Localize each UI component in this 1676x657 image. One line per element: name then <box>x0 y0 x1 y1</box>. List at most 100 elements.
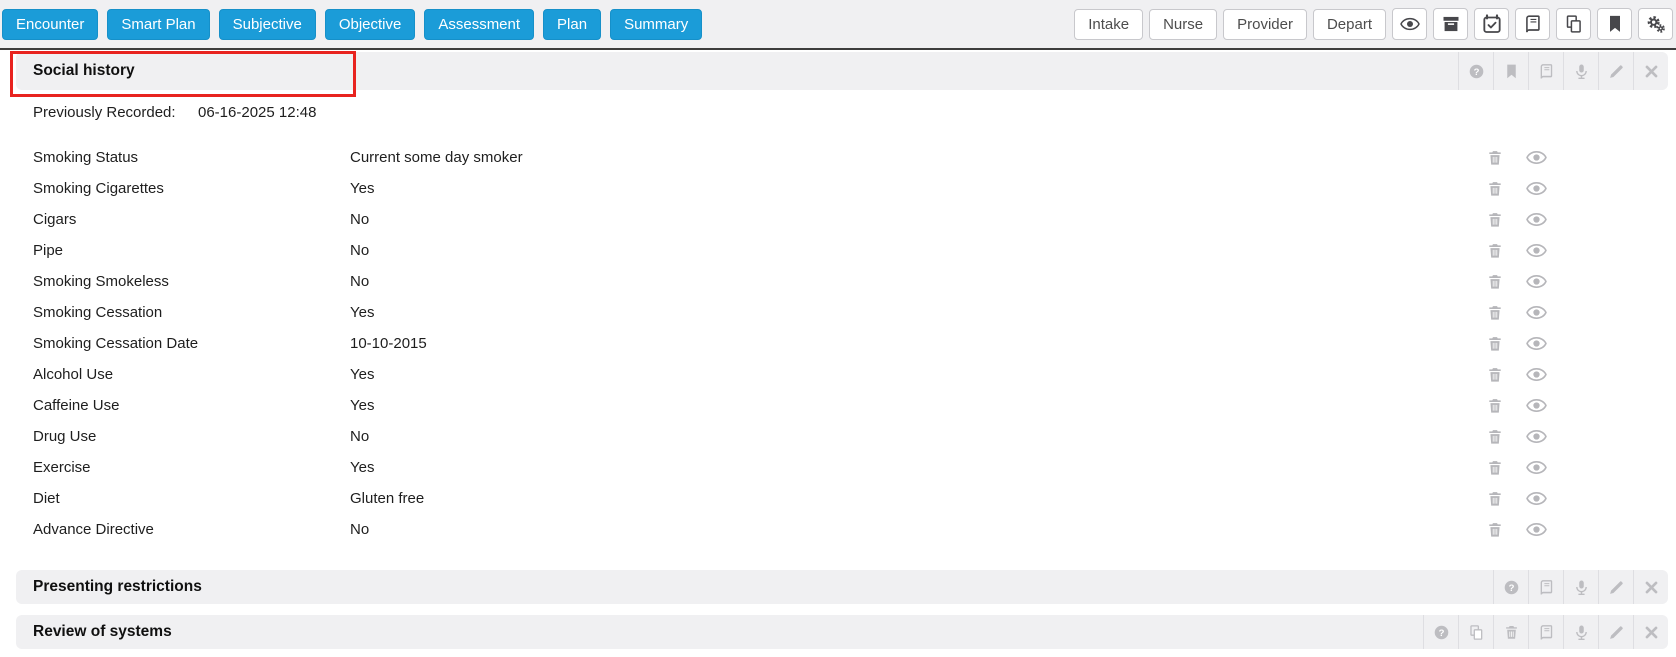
section-header-presenting-restrictions: Presenting restrictions <box>16 570 1668 604</box>
pencil-tool-button[interactable] <box>1598 570 1633 604</box>
nav-smart-plan[interactable]: Smart Plan <box>107 8 210 40</box>
nav-assessment[interactable]: Assessment <box>424 8 535 40</box>
trash-row-button[interactable] <box>1486 304 1504 322</box>
top-toolbar: Encounter Smart Plan Subjective Objective As… <box>0 0 1676 50</box>
section-title: Review of systems <box>33 623 172 640</box>
row-value: Yes <box>350 459 375 476</box>
history-row: Drug Use No <box>33 421 1676 452</box>
row-label: Smoking Status <box>33 149 139 166</box>
row-label: Smoking Cessation Date <box>33 335 199 352</box>
trash-icon <box>1503 624 1520 641</box>
eye-row-button[interactable] <box>1526 147 1547 168</box>
stage-provider-button[interactable]: Provider <box>1223 8 1307 40</box>
eye-icon <box>1526 519 1547 540</box>
trash-row-button[interactable] <box>1486 459 1504 477</box>
copy-tool-button[interactable] <box>1458 615 1493 649</box>
stage-button-group: Intake Nurse Provider Depart <box>1074 8 1386 40</box>
row-actions <box>1486 457 1547 478</box>
microphone-icon <box>1573 624 1590 641</box>
eye-icon <box>1526 426 1547 447</box>
gears-icon <box>1646 14 1666 34</box>
eye-row-button[interactable] <box>1526 240 1547 261</box>
close-tool-button[interactable] <box>1633 615 1668 649</box>
close-icon <box>1643 63 1660 80</box>
trash-tool-button[interactable] <box>1493 615 1528 649</box>
history-row: Alcohol Use Yes <box>33 359 1676 390</box>
microphone-tool-button[interactable] <box>1563 52 1598 90</box>
help-tool-button[interactable] <box>1493 570 1528 604</box>
nav-encounter[interactable]: Encounter <box>2 8 99 40</box>
eye-row-button[interactable] <box>1526 395 1547 416</box>
microphone-tool-button[interactable] <box>1563 570 1598 604</box>
trash-row-button[interactable] <box>1486 180 1504 198</box>
row-actions <box>1486 209 1547 230</box>
book-button[interactable] <box>1515 8 1550 40</box>
row-actions <box>1486 426 1547 447</box>
nav-plan[interactable]: Plan <box>543 8 602 40</box>
eye-row-button[interactable] <box>1526 519 1547 540</box>
stage-nurse-button[interactable]: Nurse <box>1149 8 1218 40</box>
eye-row-button[interactable] <box>1526 209 1547 230</box>
eye-row-button[interactable] <box>1526 457 1547 478</box>
gears-button[interactable] <box>1638 8 1673 40</box>
microphone-tool-button[interactable] <box>1563 615 1598 649</box>
nav-subjective[interactable]: Subjective <box>218 8 316 40</box>
book-tool-button[interactable] <box>1528 570 1563 604</box>
nav-objective[interactable]: Objective <box>324 8 416 40</box>
trash-row-button[interactable] <box>1486 211 1504 229</box>
trash-row-button[interactable] <box>1486 490 1504 508</box>
trash-icon <box>1486 335 1504 353</box>
eye-row-button[interactable] <box>1526 333 1547 354</box>
trash-row-button[interactable] <box>1486 273 1504 291</box>
bookmark-tool-button[interactable] <box>1493 52 1528 90</box>
copy-button[interactable] <box>1556 8 1591 40</box>
eye-row-button[interactable] <box>1526 271 1547 292</box>
row-actions <box>1486 178 1547 199</box>
nav-summary[interactable]: Summary <box>610 8 703 40</box>
history-row: Smoking Smokeless No <box>33 266 1676 297</box>
close-icon <box>1643 579 1660 596</box>
stage-depart-button[interactable]: Depart <box>1312 8 1386 40</box>
help-tool-button[interactable] <box>1458 52 1493 90</box>
calendar-check-button[interactable] <box>1474 8 1509 40</box>
eye-row-button[interactable] <box>1526 178 1547 199</box>
trash-row-button[interactable] <box>1486 335 1504 353</box>
eye-icon <box>1526 147 1547 168</box>
trash-row-button[interactable] <box>1486 149 1504 167</box>
row-value: No <box>350 428 370 445</box>
row-actions <box>1486 147 1547 168</box>
row-value: No <box>350 242 370 259</box>
trash-row-button[interactable] <box>1486 366 1504 384</box>
help-tool-button[interactable] <box>1423 615 1458 649</box>
close-icon <box>1643 624 1660 641</box>
eye-row-button[interactable] <box>1526 302 1547 323</box>
trash-row-button[interactable] <box>1486 521 1504 539</box>
copy-icon <box>1564 14 1584 34</box>
history-row: Smoking Cessation Date 10-10-2015 <box>33 328 1676 359</box>
book-tool-button[interactable] <box>1528 52 1563 90</box>
close-tool-button[interactable] <box>1633 570 1668 604</box>
close-tool-button[interactable] <box>1633 52 1668 90</box>
previously-recorded-value: 06-16-2025 12:48 <box>198 104 317 121</box>
nav-button-group: Encounter Smart Plan Subjective Objective As… <box>2 8 703 40</box>
trash-icon <box>1486 304 1504 322</box>
eye-row-button[interactable] <box>1526 364 1547 385</box>
eye-row-button[interactable] <box>1526 488 1547 509</box>
eye-button[interactable] <box>1392 8 1427 40</box>
pencil-tool-button[interactable] <box>1598 52 1633 90</box>
archive-button[interactable] <box>1433 8 1468 40</box>
trash-row-button[interactable] <box>1486 242 1504 260</box>
eye-row-button[interactable] <box>1526 426 1547 447</box>
trash-icon <box>1486 149 1504 167</box>
section-toolbar <box>1493 570 1668 604</box>
pencil-tool-button[interactable] <box>1598 615 1633 649</box>
trash-row-button[interactable] <box>1486 397 1504 415</box>
stage-intake-button[interactable]: Intake <box>1074 8 1144 40</box>
row-label: Smoking Cessation <box>33 304 163 321</box>
trash-row-button[interactable] <box>1486 428 1504 446</box>
eye-icon <box>1526 488 1547 509</box>
row-value: No <box>350 273 370 290</box>
bookmark-button[interactable] <box>1597 8 1632 40</box>
section-toolbar <box>1423 615 1668 649</box>
book-tool-button[interactable] <box>1528 615 1563 649</box>
